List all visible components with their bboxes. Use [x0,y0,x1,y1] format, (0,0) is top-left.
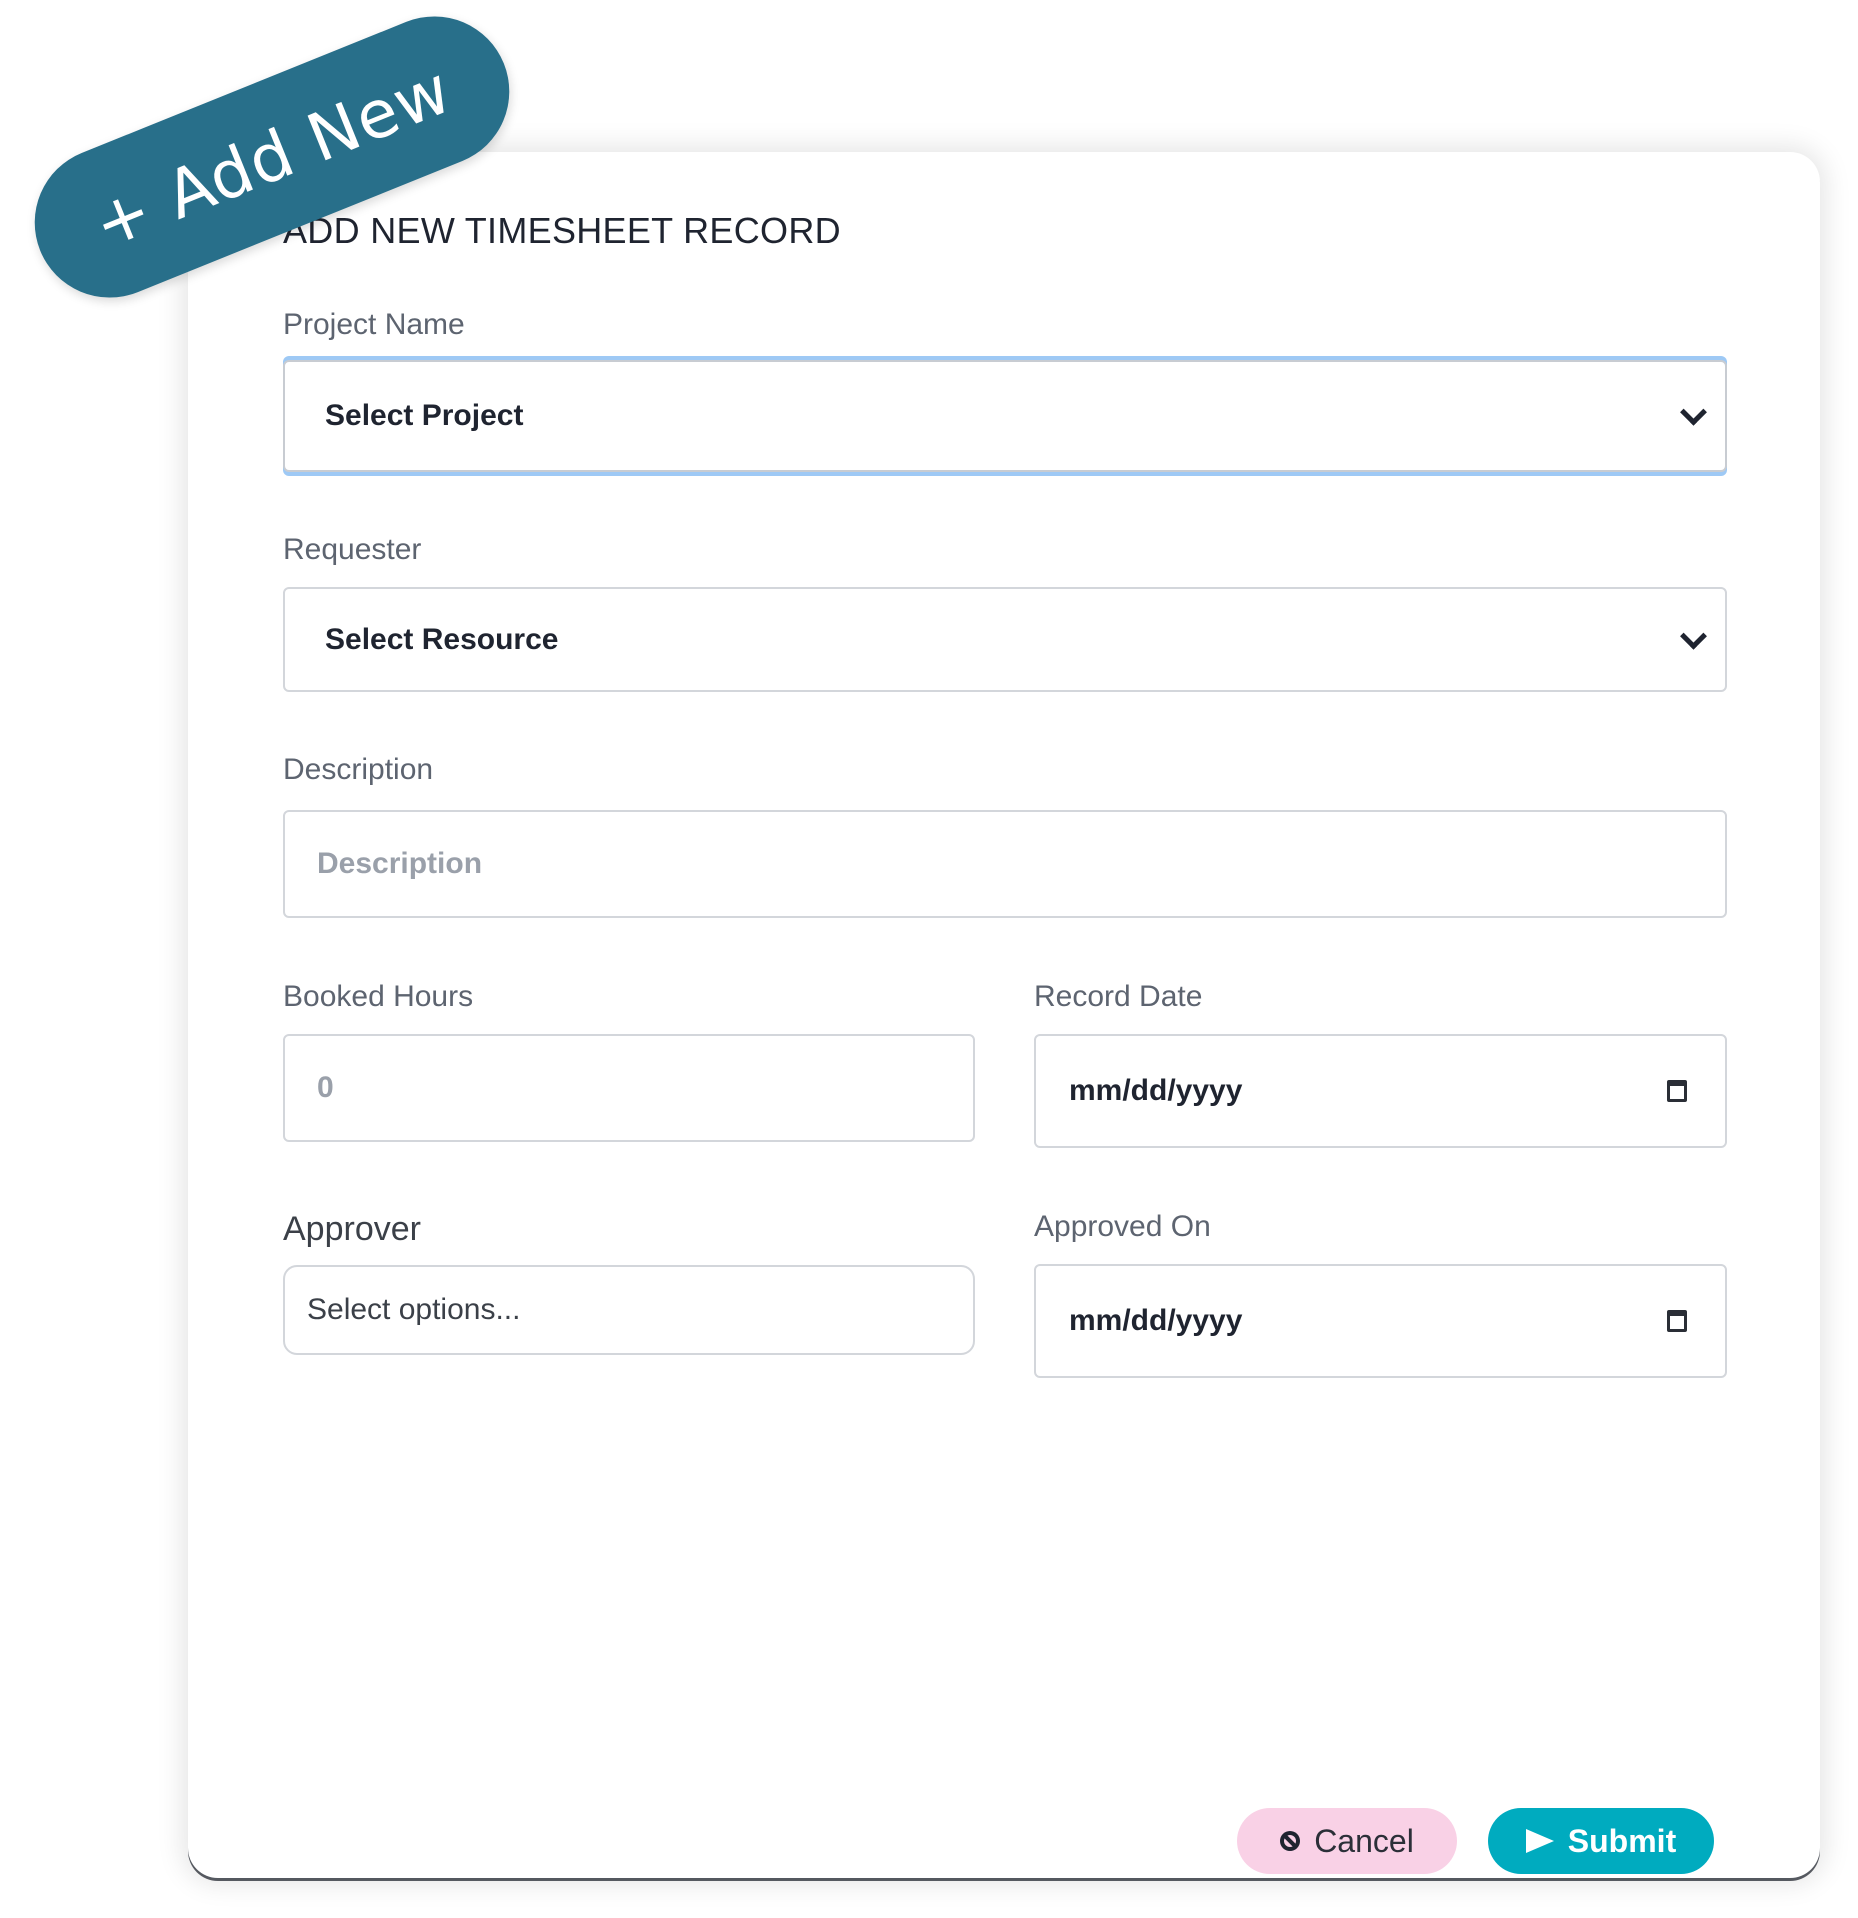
cancel-button[interactable]: Cancel [1237,1808,1457,1874]
requester-select-value: Select Resource [325,622,559,656]
cancel-label: Cancel [1314,1822,1414,1859]
record-date-input[interactable]: mm/dd/yyyy [1034,1034,1727,1148]
description-label: Description [283,753,434,786]
submit-label: Submit [1567,1822,1677,1859]
project-name-label: Project Name [283,308,465,341]
approved-on-value: mm/dd/yyyy [1069,1304,1243,1337]
booked-hours-placeholder: 0 [317,1071,334,1104]
record-date-value: mm/dd/yyyy [1069,1074,1243,1107]
booked-hours-label: Booked Hours [283,980,474,1013]
approved-on-input[interactable]: mm/dd/yyyy [1034,1264,1727,1378]
ban-icon [1280,1831,1301,1851]
description-placeholder: Description [317,847,483,880]
record-date-label: Record Date [1034,980,1203,1013]
calendar-icon[interactable] [1667,1080,1687,1102]
project-select-value: Select Project [325,399,524,432]
booked-hours-input[interactable]: 0 [283,1034,975,1142]
approver-placeholder: Select options... [307,1293,521,1326]
description-input[interactable]: Description [283,810,1727,918]
requester-label: Requester [283,533,422,566]
chevron-down-icon [1680,622,1707,650]
approver-label: Approver [283,1210,421,1248]
form-title: ADD NEW TIMESHEET RECORD [283,210,841,251]
calendar-icon[interactable] [1667,1310,1687,1332]
approved-on-label: Approved On [1034,1210,1211,1243]
project-select[interactable]: Select Project [283,360,1727,472]
submit-button[interactable]: Submit [1488,1808,1714,1874]
send-icon [1525,1829,1554,1853]
approver-multiselect[interactable]: Select options... [283,1265,975,1355]
chevron-down-icon [1680,398,1707,426]
requester-select[interactable]: Select Resource [283,587,1727,692]
